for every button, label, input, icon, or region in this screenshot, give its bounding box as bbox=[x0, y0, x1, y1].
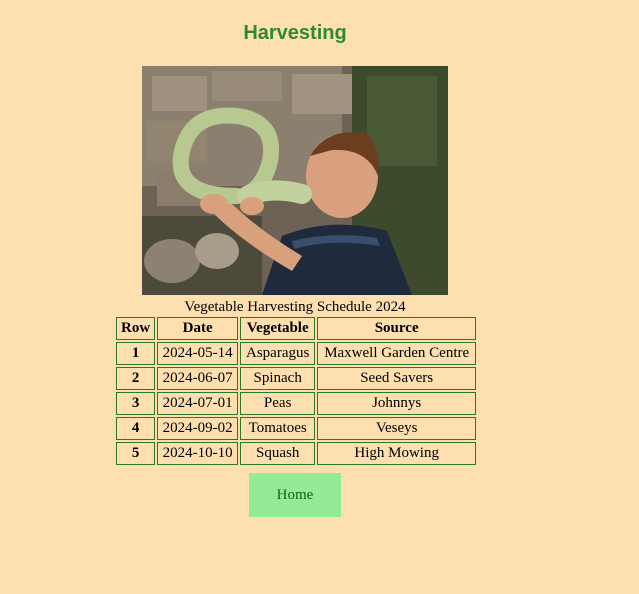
date-cell: 2024-10-10 bbox=[157, 442, 239, 465]
harvest-schedule-table: Row Date Vegetable Source 1 2024-05-14 A… bbox=[114, 315, 478, 467]
column-header-date: Date bbox=[157, 317, 239, 340]
row-number-cell: 2 bbox=[116, 367, 156, 390]
row-number-cell: 5 bbox=[116, 442, 156, 465]
vegetable-cell: Peas bbox=[240, 392, 316, 415]
table-row: 4 2024-09-02 Tomatoes Veseys bbox=[116, 417, 477, 440]
table-header-row: Row Date Vegetable Source bbox=[116, 317, 477, 340]
source-cell: Maxwell Garden Centre bbox=[317, 342, 477, 365]
vegetable-cell: Squash bbox=[240, 442, 316, 465]
column-header-source: Source bbox=[317, 317, 477, 340]
date-cell: 2024-05-14 bbox=[157, 342, 239, 365]
date-cell: 2024-09-02 bbox=[157, 417, 239, 440]
column-header-row: Row bbox=[116, 317, 156, 340]
row-number-cell: 1 bbox=[116, 342, 156, 365]
vegetable-cell: Tomatoes bbox=[240, 417, 316, 440]
source-cell: Johnnys bbox=[317, 392, 477, 415]
vegetable-cell: Asparagus bbox=[240, 342, 316, 365]
home-button[interactable]: Home bbox=[249, 473, 341, 517]
table-row: 5 2024-10-10 Squash High Mowing bbox=[116, 442, 477, 465]
column-header-vegetable: Vegetable bbox=[240, 317, 316, 340]
row-number-cell: 4 bbox=[116, 417, 156, 440]
source-cell: High Mowing bbox=[317, 442, 477, 465]
vegetable-cell: Spinach bbox=[240, 367, 316, 390]
table-row: 3 2024-07-01 Peas Johnnys bbox=[116, 392, 477, 415]
source-cell: Veseys bbox=[317, 417, 477, 440]
date-cell: 2024-07-01 bbox=[157, 392, 239, 415]
harvest-photo bbox=[142, 66, 448, 295]
row-number-cell: 3 bbox=[116, 392, 156, 415]
table-caption: Vegetable Harvesting Schedule 2024 bbox=[184, 299, 406, 315]
table-row: 1 2024-05-14 Asparagus Maxwell Garden Ce… bbox=[116, 342, 477, 365]
source-cell: Seed Savers bbox=[317, 367, 477, 390]
table-row: 2 2024-06-07 Spinach Seed Savers bbox=[116, 367, 477, 390]
page-title: Harvesting bbox=[243, 22, 347, 44]
date-cell: 2024-06-07 bbox=[157, 367, 239, 390]
